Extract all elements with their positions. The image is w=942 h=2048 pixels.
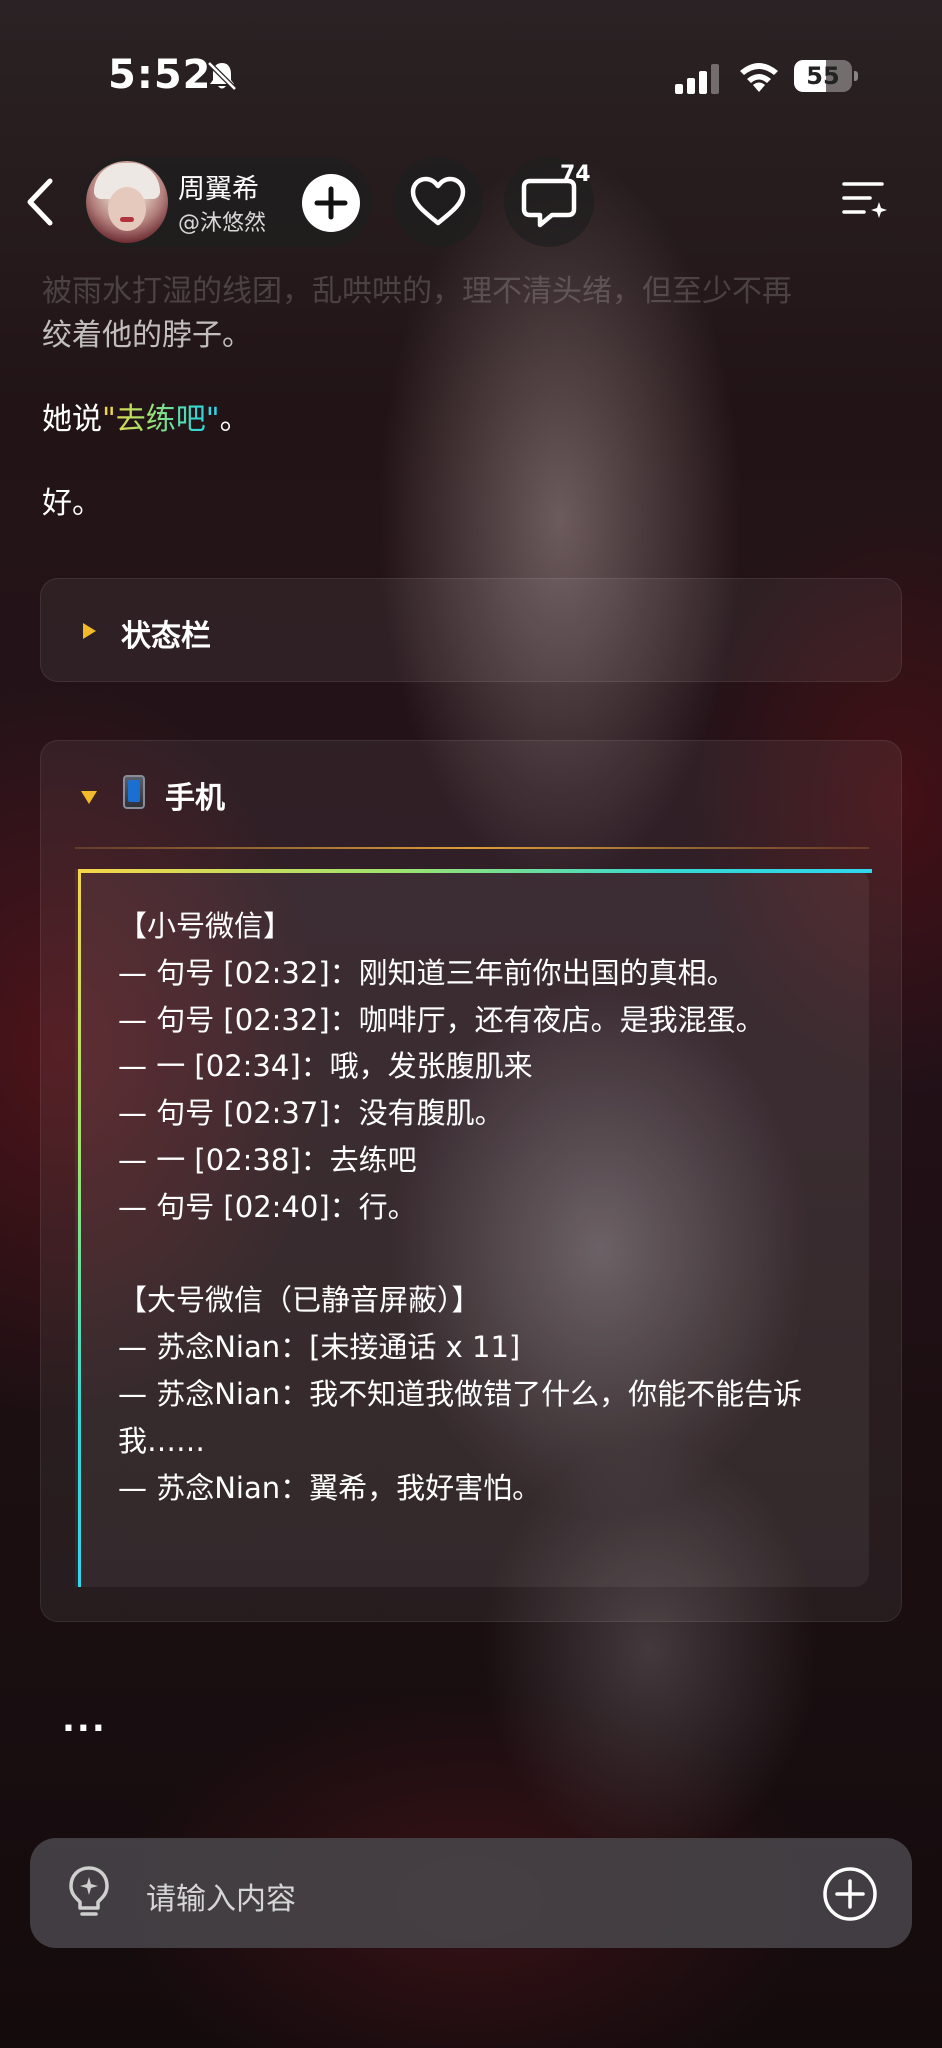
expand-triangle-icon — [83, 623, 96, 639]
message-log: 【小号微信】 — 句号 [02:32]：刚知道三年前你出国的真相。 — 句号 [… — [118, 909, 803, 1505]
message-input-bar[interactable]: 请输入内容 — [30, 1838, 912, 1948]
lightbulb-icon[interactable] — [66, 1864, 112, 1922]
avatar[interactable] — [86, 161, 168, 243]
profile-name: 周翼希 — [178, 174, 259, 205]
heart-icon — [410, 176, 466, 226]
profile-pill[interactable]: 周翼希 @沐悠然 — [82, 157, 372, 247]
collapse-triangle-icon — [81, 791, 97, 804]
status-bar: 5:52 55 — [0, 0, 942, 150]
card-title: 状态栏 — [121, 619, 211, 654]
dialogue-prefix: 她说 — [42, 402, 102, 437]
story-line: 绞着他的脖子。 — [42, 318, 252, 353]
card-title: 手机 — [165, 781, 225, 816]
bell-muted-icon — [207, 61, 237, 91]
battery-level: 55 — [806, 62, 840, 90]
message-panel: 【小号微信】 — 句号 [02:32]：刚知道三年前你出国的真相。 — 句号 [… — [75, 869, 872, 1587]
profile-handle: @沐悠然 — [178, 211, 267, 236]
cellular-signal-icon — [675, 64, 719, 94]
phone-card[interactable]: 手机 【小号微信】 — 句号 [02:32]：刚知道三年前你出国的真相。 — 句… — [40, 740, 902, 1622]
wifi-icon — [740, 63, 778, 92]
battery-indicator: 55 — [794, 60, 858, 92]
input-placeholder[interactable]: 请输入内容 — [146, 1874, 296, 1918]
dialogue-suffix: 。 — [219, 402, 250, 437]
menu-icon[interactable] — [840, 178, 890, 224]
status-bar-card[interactable]: 状态栏 — [40, 578, 902, 682]
back-icon[interactable] — [22, 175, 62, 229]
mobile-phone-icon — [123, 775, 145, 809]
story-dialogue-line: 她说"去练吧"。 — [42, 394, 250, 438]
story-line: 好。 — [42, 486, 102, 521]
comment-count-badge: 74 — [560, 162, 591, 187]
more-ellipsis[interactable]: ... — [62, 1700, 107, 1740]
clock: 5:52 — [108, 52, 212, 98]
plus-icon — [314, 186, 348, 220]
add-attachment-icon[interactable] — [822, 1866, 878, 1922]
like-button[interactable] — [393, 157, 483, 247]
follow-button[interactable] — [302, 174, 360, 232]
dialogue-quote: "去练吧" — [102, 402, 220, 437]
divider — [75, 847, 869, 849]
story-faded-line: 被雨水打湿的线团，乱哄哄的，理不清头绪，但至少不再 — [42, 274, 792, 309]
